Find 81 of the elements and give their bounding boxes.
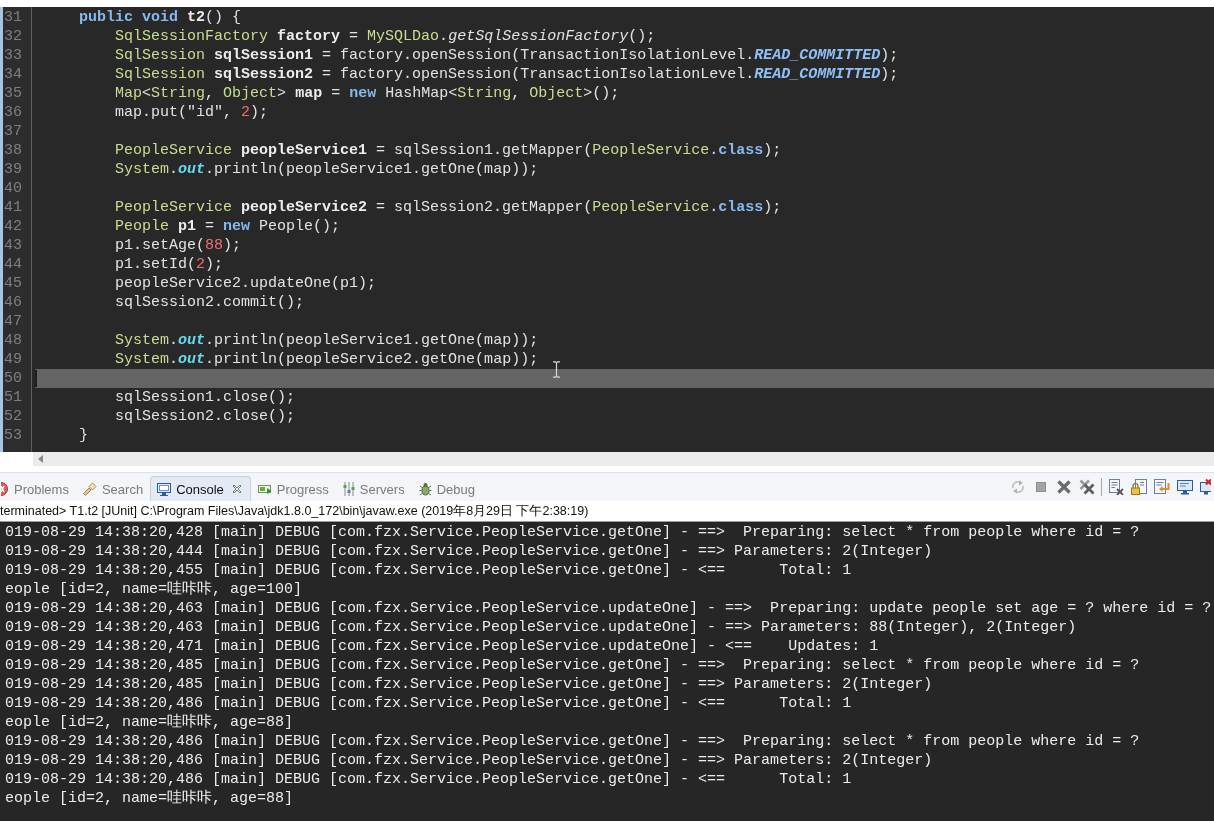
line-number: 44 [3, 255, 23, 274]
line-number: 50 [3, 369, 23, 388]
code-line: p1.setAge(88); [115, 237, 242, 254]
code-line: SqlSession sqlSession1 = factory.openSession(TransactionIsolationLevel.READ_COMMITTED); [115, 47, 899, 64]
view-tab[interactable]: Console [150, 476, 251, 501]
line-number: 48 [3, 331, 23, 350]
document-lock-icon[interactable] [1131, 479, 1147, 495]
line-number: 49 [3, 350, 23, 369]
console-line: 019-08-29 14:38:20,485 [main] DEBUG [com.fzx.Service.PeopleService.getOne] - ==> Preparing: select * from people where id = ? [5, 656, 1140, 675]
line-number: 35 [3, 84, 23, 103]
code-line: p1.setId(2); [115, 256, 224, 273]
line-number: 34 [3, 65, 23, 84]
code-line: sqlSession2.close(); [115, 408, 296, 425]
code-line: } [79, 427, 89, 444]
view-tab[interactable]: Problems [0, 476, 76, 501]
code-line: PeopleService peopleService2 = sqlSession2.getMapper(PeopleService.class); [115, 199, 782, 216]
console-line: 019-08-29 14:38:20,455 [main] DEBUG [com.fzx.Service.PeopleService.getOne] - <== Total: 1 [5, 561, 852, 580]
line-number: 40 [3, 179, 23, 198]
horizontal-scrollbar[interactable] [33, 452, 1214, 466]
view-tab[interactable]: Debug [411, 476, 482, 501]
double-x-icon[interactable] [1079, 479, 1095, 495]
line-number: 43 [3, 236, 23, 255]
line-number: 36 [3, 103, 23, 122]
code-line: public void t2() { [79, 9, 242, 26]
line-number: 52 [3, 407, 23, 426]
line-number: 38 [3, 141, 23, 160]
x-icon[interactable] [1056, 479, 1072, 495]
code-line: SqlSessionFactory factory = MySQLDao.getSqlSessionFactory(); [115, 28, 656, 45]
console-line: 019-08-29 14:38:20,485 [main] DEBUG [com.fzx.Service.PeopleService.getOne] - ==> Parameters: 2(Integer) [5, 675, 933, 694]
code-line: Map<String, Object> map = new HashMap<String, Object>(); [115, 85, 620, 102]
flashlight-icon [82, 482, 97, 496]
monitor-icon [157, 482, 172, 496]
line-number: 53 [3, 426, 23, 445]
console-line: eople [id=2, name=哇咔咔, age=88] [5, 789, 294, 808]
code-line: System.out.println(peopleService2.getOne(map)); [115, 351, 539, 368]
console-line: 019-08-29 14:38:20,444 [main] DEBUG [com.fzx.Service.PeopleService.getOne] - ==> Parameters: 2(Integer) [5, 542, 933, 561]
code-line: sqlSession2.commit(); [115, 294, 305, 311]
console-line: 019-08-29 14:38:20,463 [main] DEBUG [com.fzx.Service.PeopleService.updateOne] - ==> Preparing: update people set age = ? where id = ? [5, 599, 1212, 618]
text-caret [35, 370, 37, 387]
monitor-icon[interactable] [1177, 479, 1193, 495]
code-line: map.put("id", 2); [115, 104, 269, 121]
code-line: SqlSession sqlSession2 = factory.openSession(TransactionIsolationLevel.READ_COMMITTED); [115, 66, 899, 83]
monitor-x-icon[interactable] [1200, 479, 1211, 495]
code-line: PeopleService peopleService1 = sqlSession1.getMapper(PeopleService.class); [115, 142, 782, 159]
progress-bar-icon [257, 483, 272, 495]
console-line: 019-08-29 14:38:20,471 [main] DEBUG [com.fzx.Service.PeopleService.updateOne] - <== Updates: 1 [5, 637, 879, 656]
console-line: 019-08-29 14:38:20,486 [main] DEBUG [com.fzx.Service.PeopleService.getOne] - ==> Parameters: 2(Integer) [5, 751, 933, 770]
console-line: 019-08-29 14:38:20,428 [main] DEBUG [com.fzx.Service.PeopleService.getOne] - ==> Preparing: select * from people where id = ? [5, 523, 1140, 542]
view-tab[interactable]: Search [75, 476, 151, 501]
view-tab[interactable]: Progress [250, 476, 336, 501]
line-number: 45 [3, 274, 23, 293]
console-line: 019-08-29 14:38:20,486 [main] DEBUG [com.fzx.Service.PeopleService.getOne] - <== Total: 1 [5, 770, 852, 789]
console-line: 019-08-29 14:38:20,486 [main] DEBUG [com.fzx.Service.PeopleService.getOne] - <== Total: 1 [5, 694, 852, 713]
line-number: 41 [3, 198, 23, 217]
line-number: 39 [3, 160, 23, 179]
view-tab[interactable]: Servers [335, 476, 412, 501]
launch-status-text: terminated> T1.t2 [JUnit] C:\Program Files\Java\jdk1.8.0_172\bin\javaw.exe (2019年8月29日 下午2:38:19) [0, 504, 589, 518]
line-number: 37 [3, 122, 23, 141]
line-number: 32 [3, 27, 23, 46]
code-line: System.out.println(peopleService1.getOne(map)); [115, 332, 539, 349]
close-icon[interactable] [231, 484, 242, 494]
line-number: 31 [3, 8, 23, 27]
scroll-left-arrow-icon[interactable] [38, 455, 43, 463]
sliders-icon [342, 482, 355, 496]
document-x-icon[interactable] [1108, 479, 1124, 495]
code-line: peopleService2.updateOne(p1); [115, 275, 377, 292]
console-line: eople [id=2, name=哇咔咔, age=88] [5, 713, 294, 732]
document-arrow-icon[interactable] [1154, 479, 1170, 495]
code-line: sqlSession1.close(); [115, 389, 296, 406]
line-number: 42 [3, 217, 23, 236]
code-line: System.out.println(peopleService1.getOne(map)); [115, 161, 539, 178]
line-number: 46 [3, 293, 23, 312]
line-number: 33 [3, 46, 23, 65]
line-number: 51 [3, 388, 23, 407]
console-line: 019-08-29 14:38:20,463 [main] DEBUG [com.fzx.Service.PeopleService.updateOne] - ==> Parameters: 88(Integer), 2(Integer) [5, 618, 1077, 637]
i-beam-cursor-icon [552, 361, 561, 378]
bug-icon [418, 482, 432, 496]
console-line: eople [id=2, name=哇咔咔, age=100] [5, 580, 303, 599]
code-line: People p1 = new People(); [115, 218, 341, 235]
line-number: 47 [3, 312, 23, 331]
console-line: 019-08-29 14:38:20,486 [main] DEBUG [com.fzx.Service.PeopleService.getOne] - ==> Preparing: select * from people where id = ? [5, 732, 1140, 751]
